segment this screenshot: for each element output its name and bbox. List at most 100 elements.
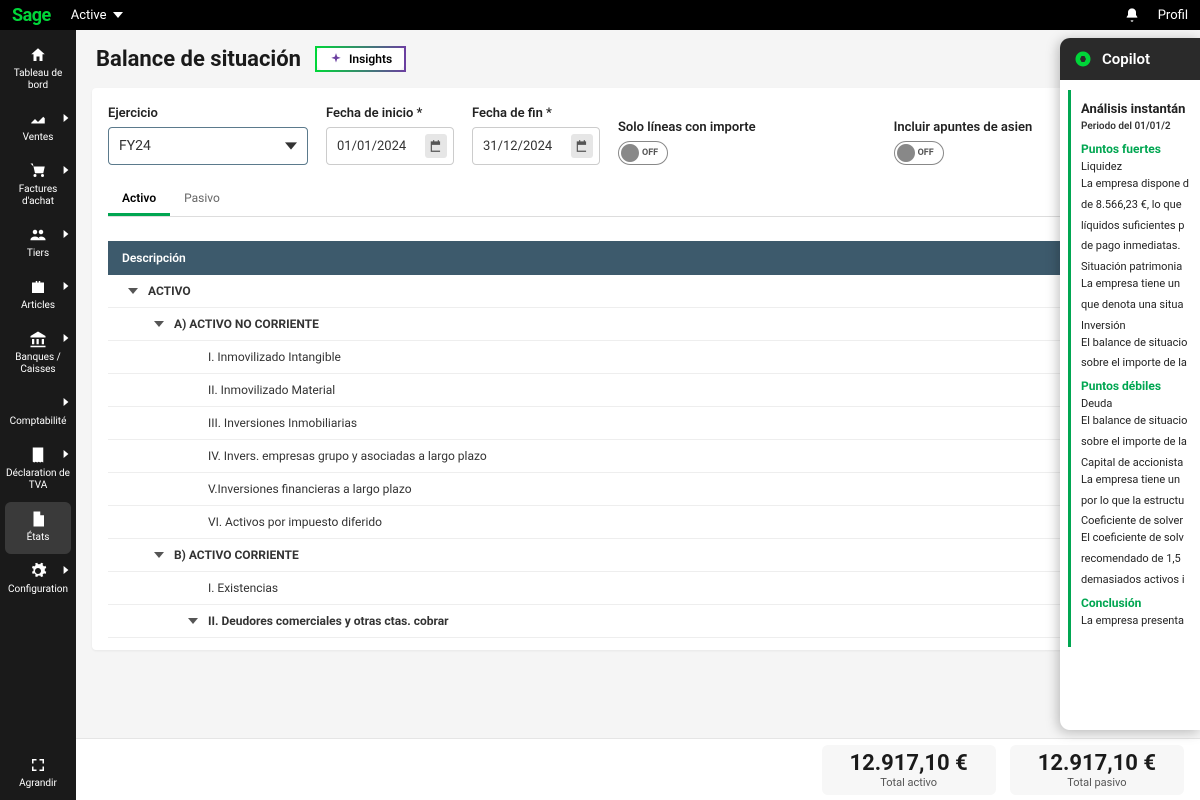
ejercicio-select[interactable]: FY24 bbox=[108, 127, 308, 165]
copilot-section-strong: Puntos fuertes bbox=[1081, 142, 1190, 156]
table-row[interactable]: A) ACTIVO NO CORRIENTE bbox=[108, 308, 1168, 341]
copilot-heading: Análisis instantán bbox=[1081, 102, 1190, 117]
copilot-text: La empresa presenta bbox=[1081, 614, 1190, 629]
sidebar-item-ventes[interactable]: Ventes bbox=[0, 102, 76, 154]
sidebar-label: Factures d'achat bbox=[4, 184, 72, 208]
solo-lineas-toggle[interactable]: OFF bbox=[618, 141, 668, 165]
sidebar-label: Articles bbox=[21, 300, 55, 312]
row-text: II. Inmovilizado Material bbox=[208, 383, 335, 397]
totals-bar: 12.917,10 € Total activo 12.917,10 € Tot… bbox=[76, 738, 1200, 800]
profile-link[interactable]: Profil bbox=[1158, 8, 1188, 23]
copilot-text: de 8.566,23 €, lo que bbox=[1081, 198, 1190, 213]
topbar: Sage Active Profil bbox=[0, 0, 1200, 30]
briefcase-icon bbox=[29, 278, 47, 296]
fecha-fin-input[interactable] bbox=[472, 127, 600, 165]
sidebar-item-tiers[interactable]: Tiers bbox=[0, 218, 76, 270]
table-row: VI. Activos por impuesto diferido bbox=[108, 506, 1168, 539]
copilot-body: Análisis instantán Periodo del 01/01/2 P… bbox=[1068, 90, 1200, 647]
incluir-toggle[interactable]: OFF bbox=[894, 141, 944, 165]
table-row[interactable]: B) ACTIVO CORRIENTE bbox=[108, 539, 1168, 572]
total-pasivo-value: 12.917,10 € bbox=[1038, 751, 1156, 776]
fecha-inicio-field[interactable] bbox=[337, 139, 425, 154]
calendar-icon bbox=[575, 139, 589, 153]
sidebar-item-tva[interactable]: Déclaration de TVA bbox=[0, 438, 76, 502]
total-activo-card: 12.917,10 € Total activo bbox=[822, 745, 996, 795]
copilot-text: Capital de accionista bbox=[1081, 456, 1190, 471]
doc-icon bbox=[29, 510, 47, 528]
table-header: Descripción bbox=[108, 241, 1168, 275]
ejercicio-label: Ejercicio bbox=[108, 106, 308, 121]
balance-table: Descripción ACTIVOA) ACTIVO NO CORRIENTE… bbox=[108, 241, 1168, 638]
copilot-title: Copilot bbox=[1102, 50, 1150, 68]
chevron-down-icon bbox=[188, 616, 198, 626]
tabs: Activo Pasivo bbox=[108, 183, 1168, 217]
sidebar-item-articles[interactable]: Articles bbox=[0, 270, 76, 322]
row-text: I. Inmovilizado Intangible bbox=[208, 350, 341, 364]
sidebar-item-config[interactable]: Configuration bbox=[0, 554, 76, 606]
sidebar-item-banques[interactable]: Banques / Caisses bbox=[0, 322, 76, 386]
main-content: Balance de situación Insights Ejercicio … bbox=[76, 30, 1200, 800]
chevron-right-icon bbox=[62, 566, 70, 574]
chevron-right-icon bbox=[62, 282, 70, 290]
chart-icon bbox=[29, 110, 47, 128]
copilot-text: que denota una situa bbox=[1081, 298, 1190, 313]
copilot-text: por lo que la estructu bbox=[1081, 494, 1190, 509]
copilot-text: sobre el importe de la bbox=[1081, 356, 1190, 371]
workspace-label: Active bbox=[71, 8, 107, 23]
ledger-icon bbox=[29, 394, 47, 412]
chevron-right-icon bbox=[62, 166, 70, 174]
fecha-fin-field[interactable] bbox=[483, 139, 571, 154]
copilot-text: sobre el importe de la bbox=[1081, 435, 1190, 450]
receipt-icon bbox=[29, 446, 47, 464]
sidebar-expand[interactable]: Agrandir bbox=[0, 748, 76, 800]
copilot-section-weak: Puntos débiles bbox=[1081, 379, 1190, 393]
row-text: VI. Activos por impuesto diferido bbox=[208, 515, 382, 529]
fecha-inicio-input[interactable] bbox=[326, 127, 454, 165]
tab-activo[interactable]: Activo bbox=[108, 183, 170, 216]
sidebar-item-compta[interactable]: Comptabilité bbox=[0, 386, 76, 438]
chevron-down-icon bbox=[285, 140, 297, 152]
cart-icon bbox=[29, 162, 47, 180]
chevron-down-icon bbox=[128, 286, 138, 296]
copilot-text: Situación patrimonia bbox=[1081, 260, 1190, 275]
table-row: IV. Invers. empresas grupo y asociadas a… bbox=[108, 440, 1168, 473]
copilot-text: Deuda bbox=[1081, 397, 1190, 412]
chevron-right-icon bbox=[62, 334, 70, 342]
chevron-right-icon bbox=[62, 450, 70, 458]
sidebar-item-factures[interactable]: Factures d'achat bbox=[0, 154, 76, 218]
sidebar-item-dashboard[interactable]: Tableau de bord bbox=[0, 38, 76, 102]
calendar-icon bbox=[429, 139, 443, 153]
total-pasivo-label: Total pasivo bbox=[1038, 776, 1156, 789]
copilot-text: La empresa tiene un bbox=[1081, 473, 1190, 488]
workspace-selector[interactable]: Active bbox=[71, 8, 123, 23]
copilot-panel: Copilot Análisis instantán Periodo del 0… bbox=[1060, 38, 1200, 730]
copilot-text: recomendado de 1,5 bbox=[1081, 552, 1190, 567]
filters-card: Ejercicio FY24 Fecha de inicio * Fecha d… bbox=[92, 88, 1184, 650]
copilot-period: Periodo del 01/01/2 bbox=[1081, 121, 1190, 132]
copilot-text: El balance de situacio bbox=[1081, 414, 1190, 429]
insights-button[interactable]: Insights bbox=[315, 46, 406, 72]
copilot-text: Liquidez bbox=[1081, 160, 1190, 175]
tab-pasivo[interactable]: Pasivo bbox=[170, 183, 234, 216]
copilot-text: Coeficiente de solver bbox=[1081, 514, 1190, 529]
insights-label: Insights bbox=[349, 52, 392, 66]
total-pasivo-card: 12.917,10 € Total pasivo bbox=[1010, 745, 1184, 795]
row-text: I. Existencias bbox=[208, 581, 278, 595]
sidebar-label: Tableau de bord bbox=[4, 68, 72, 92]
bell-icon[interactable] bbox=[1124, 7, 1140, 23]
sidebar-item-etats[interactable]: États bbox=[5, 502, 71, 554]
total-activo-label: Total activo bbox=[850, 776, 968, 789]
sidebar: Tableau de bord Ventes Factures d'achat … bbox=[0, 30, 76, 800]
copilot-text: El coeficiente de solv bbox=[1081, 531, 1190, 546]
solo-lineas-label: Solo líneas con importe bbox=[618, 120, 756, 135]
calendar-button[interactable] bbox=[571, 134, 593, 158]
table-row: III. Inversiones Inmobiliarias bbox=[108, 407, 1168, 440]
ejercicio-value: FY24 bbox=[119, 138, 151, 154]
table-row[interactable]: ACTIVO bbox=[108, 275, 1168, 308]
table-row: I. Existencias bbox=[108, 572, 1168, 605]
brand-logo: Sage bbox=[12, 5, 51, 26]
table-row[interactable]: II. Deudores comerciales y otras ctas. c… bbox=[108, 605, 1168, 638]
row-text: V.Inversiones financieras a largo plazo bbox=[208, 482, 412, 496]
calendar-button[interactable] bbox=[425, 134, 447, 158]
incluir-label: Incluir apuntes de asien bbox=[894, 120, 1033, 135]
